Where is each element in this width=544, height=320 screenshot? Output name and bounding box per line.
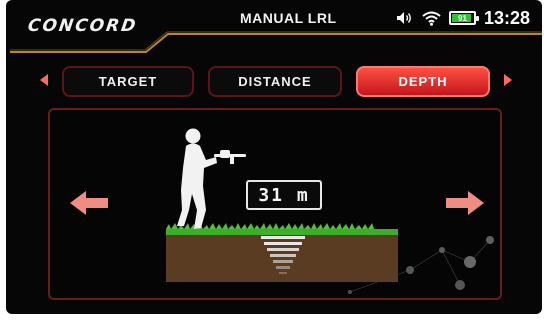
depth-readout: 31 m (246, 180, 322, 210)
soil-layer (166, 234, 398, 282)
tab-distance[interactable]: DISTANCE (208, 66, 342, 97)
clock: 13:28 (483, 7, 530, 28)
tab-depth[interactable]: DEPTH (356, 66, 490, 97)
arrow-right-icon[interactable] (446, 190, 484, 221)
grass-strip (166, 229, 398, 235)
arrow-left-icon[interactable] (70, 190, 108, 221)
mode-title: MANUAL LRL (240, 10, 337, 26)
chevron-left-icon[interactable] (40, 74, 48, 86)
wifi-icon[interactable] (422, 11, 441, 26)
battery-icon: 91 (448, 11, 479, 25)
battery-level: 91 (458, 13, 467, 23)
tab-target[interactable]: TARGET (62, 66, 194, 97)
device-screen: CONCORD MANUAL LRL 91 13:28 TARGET DISTA… (6, 0, 542, 314)
depth-panel: 31 m (48, 108, 502, 300)
volume-icon[interactable] (396, 11, 414, 25)
person-with-detector-icon (177, 128, 246, 229)
status-bar: 91 13:28 (396, 6, 530, 30)
chevron-right-icon[interactable] (504, 74, 512, 86)
brand-logo: CONCORD (26, 16, 139, 36)
